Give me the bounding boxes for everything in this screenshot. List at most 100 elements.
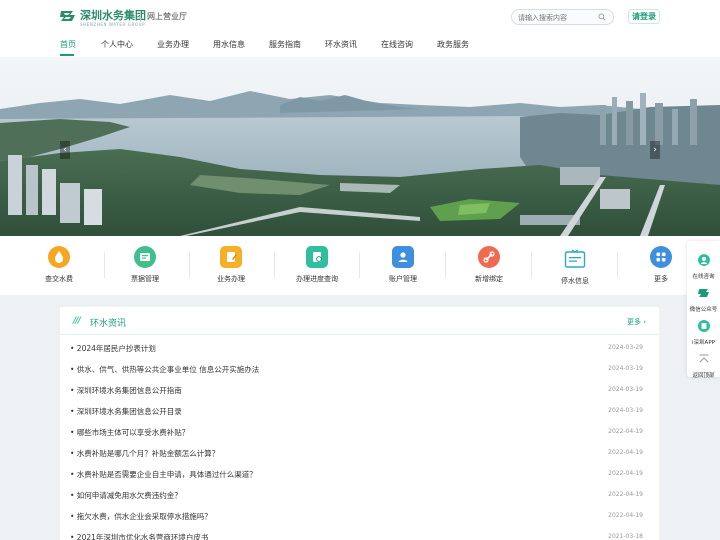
news-header: /// 环水资讯 更多 › — [60, 307, 659, 335]
hero-banner[interactable]: ‹ › — [0, 57, 720, 236]
document-icon — [220, 246, 242, 268]
service-label: 票据管理 — [131, 275, 159, 283]
banner-prev-button[interactable]: ‹ — [60, 141, 70, 159]
float-wechat[interactable]: 微信公众号 — [687, 284, 720, 313]
news-item-title: • 2021年深圳市优化水务营商环境白皮书 — [70, 533, 209, 540]
nav-active-indicator — [60, 54, 74, 56]
service-business[interactable]: 业务办理 — [196, 246, 266, 284]
news-more-link[interactable]: 更多 › — [627, 317, 646, 327]
nav-water-info[interactable]: 用水信息 — [213, 39, 245, 50]
banner-next-button[interactable]: › — [650, 141, 660, 159]
main-nav: 首页 个人中心 业务办理 用水信息 服务指南 环水资讯 在线咨询 政务服务 — [0, 36, 720, 57]
service-account[interactable]: 账户管理 — [368, 246, 438, 284]
float-label: 在线咨询 — [692, 274, 715, 280]
news-item[interactable]: • 哪些市场主体可以享受水费补贴？ 2022-04-19 — [60, 422, 659, 443]
news-item[interactable]: • 供水、供气、供热等公共企事业单位 信息公开实施办法 2024-03-19 — [60, 359, 659, 380]
chat-icon — [697, 254, 710, 266]
nav-personal-center[interactable]: 个人中心 — [101, 39, 133, 50]
news-panel: /// 环水资讯 更多 › • 2024年居民户抄表计划 2024-03-29 •… — [60, 307, 659, 540]
service-label: 业务办理 — [217, 275, 245, 283]
service-label: 停水信息 — [561, 277, 589, 285]
nav-news[interactable]: 环水资讯 — [325, 39, 357, 50]
water-bill-icon — [48, 246, 70, 268]
service-separator — [359, 252, 360, 278]
service-label: 办理进度查询 — [296, 275, 338, 283]
float-online-consult[interactable]: 在线咨询 — [687, 251, 720, 280]
news-item[interactable]: • 水费补贴是哪几个月？补贴金额怎么计算？ 2022-04-19 — [60, 443, 659, 464]
news-item-date: 2022-04-19 — [608, 470, 643, 477]
news-item-title: • 深圳环境水务集团信息公开指南 — [70, 386, 182, 395]
account-icon — [392, 246, 414, 268]
news-decoration-icon: /// — [73, 316, 81, 326]
news-item-title: • 水费补贴是否需要企业自主申请，具体通过什么渠道？ — [70, 470, 257, 479]
nav-government-service[interactable]: 政务服务 — [437, 39, 469, 50]
news-item-date: 2022-04-19 — [608, 428, 643, 435]
news-item-title: • 深圳环境水务集团信息公开目录 — [70, 407, 182, 416]
logo-icon — [60, 11, 75, 21]
news-item-date: 2021-03-18 — [608, 533, 643, 540]
service-separator — [274, 252, 275, 278]
service-label: 更多 — [654, 275, 668, 283]
logo-text: 深圳水务集团 — [80, 9, 146, 22]
floating-toolbar: 在线咨询 微信公众号 i深圳APP 返回顶部 — [687, 241, 720, 379]
news-item[interactable]: • 深圳环境水务集团信息公开目录 2024-03-19 — [60, 401, 659, 422]
news-item[interactable]: • 2021年深圳市优化水务营商环境白皮书 2021-03-18 — [60, 527, 659, 540]
news-item[interactable]: • 拖欠水费，供水企业会采取停水措施吗？ 2022-04-19 — [60, 506, 659, 527]
search-box — [511, 9, 614, 25]
service-bind[interactable]: 新增绑定 — [454, 246, 524, 284]
search-icon[interactable] — [598, 13, 606, 21]
news-item-title: • 2024年居民户抄表计划 — [70, 344, 156, 353]
search-input[interactable] — [518, 12, 596, 23]
logo-subtitle: SHENZHEN WATER GROUP — [80, 22, 146, 27]
service-separator — [104, 252, 105, 278]
news-item-date: 2022-04-19 — [608, 449, 643, 456]
header-divider — [140, 11, 141, 22]
news-item[interactable]: • 如何申请减免用水欠费违约金？ 2022-04-19 — [60, 485, 659, 506]
float-back-to-top[interactable]: 返回顶部 — [687, 350, 720, 379]
float-label: 微信公众号 — [689, 307, 718, 313]
news-item-date: 2024-03-19 — [608, 386, 643, 393]
banner-image — [0, 57, 720, 236]
invoice-icon — [134, 246, 156, 268]
news-item-date: 2022-04-19 — [608, 491, 643, 498]
news-item-title: • 如何申请减免用水欠费违约金？ — [70, 491, 182, 500]
news-item-date: 2024-03-19 — [608, 407, 643, 414]
quick-services: 查交水费 票据管理 业务办理 办理进度查询 账户管理 新增绑定 停水信息 更多 — [0, 236, 720, 295]
nav-service-guide[interactable]: 服务指南 — [269, 39, 301, 50]
login-button[interactable]: 请登录 — [628, 9, 660, 24]
nav-business[interactable]: 业务办理 — [157, 39, 189, 50]
news-item[interactable]: • 深圳环境水务集团信息公开指南 2024-03-19 — [60, 380, 659, 401]
news-item-title: • 水费补贴是哪几个月？补贴金额怎么计算？ — [70, 449, 220, 458]
float-app[interactable]: i深圳APP — [687, 317, 720, 346]
service-label: 查交水费 — [45, 275, 73, 283]
service-separator — [531, 252, 532, 278]
news-title: 环水资讯 — [90, 319, 127, 329]
news-item-date: 2022-04-19 — [608, 512, 643, 519]
service-more[interactable]: 更多 — [626, 246, 696, 284]
news-item[interactable]: • 水费补贴是否需要企业自主申请，具体通过什么渠道？ 2022-04-19 — [60, 464, 659, 485]
back-to-top-icon — [698, 354, 709, 363]
logo[interactable]: 深圳水务集团 SHENZHEN WATER GROUP — [60, 9, 146, 27]
service-pay-bill[interactable]: 查交水费 — [24, 246, 94, 284]
float-label: 返回顶部 — [692, 373, 715, 379]
nav-online-consult[interactable]: 在线咨询 — [381, 39, 413, 50]
service-water-outage[interactable]: 停水信息 — [540, 248, 610, 286]
nav-home[interactable]: 首页 — [60, 39, 76, 50]
news-item[interactable]: • 2024年居民户抄表计划 2024-03-29 — [60, 338, 659, 359]
water-outage-icon — [564, 248, 586, 270]
service-progress[interactable]: 办理进度查询 — [282, 246, 352, 284]
news-item-title: • 供水、供气、供热等公共企事业单位 信息公开实施办法 — [70, 365, 260, 374]
news-item-date: 2024-03-29 — [608, 344, 643, 351]
service-separator — [445, 252, 446, 278]
float-label: i深圳APP — [692, 340, 715, 346]
app-icon — [697, 320, 710, 332]
site-header: 深圳水务集团 SHENZHEN WATER GROUP 网上营业厅 请登录 首页… — [0, 0, 720, 57]
portal-name: 网上营业厅 — [147, 12, 187, 21]
more-icon — [650, 246, 672, 268]
service-separator — [189, 252, 190, 278]
service-separator — [617, 252, 618, 278]
news-item-title: • 拖欠水费，供水企业会采取停水措施吗？ — [70, 512, 212, 521]
service-label: 账户管理 — [389, 275, 417, 283]
service-invoice[interactable]: 票据管理 — [110, 246, 180, 284]
service-label: 新增绑定 — [475, 275, 503, 283]
